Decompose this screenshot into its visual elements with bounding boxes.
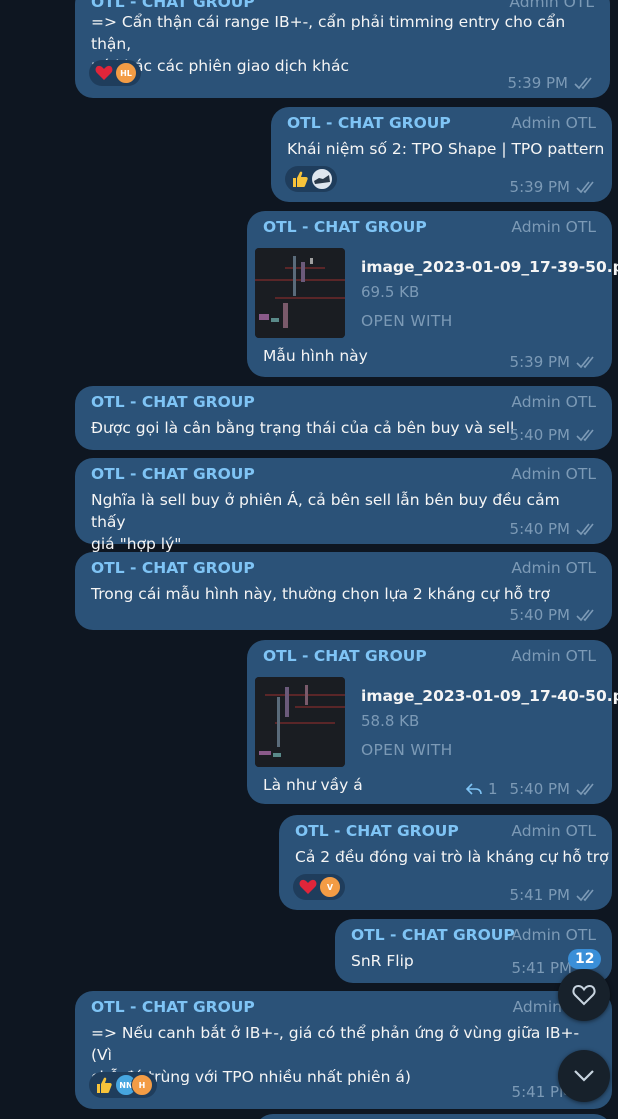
read-ticks-icon [576, 783, 594, 796]
message-bubble[interactable]: OTL - CHAT GROUP Admin OTL Được gọi là c… [75, 386, 612, 450]
message-text-line: => Cẩn thận cái range IB+-, cẩn phải tim… [91, 13, 566, 53]
sender-role: Admin OTL [511, 559, 596, 577]
sender-name[interactable]: OTL - CHAT GROUP [351, 926, 515, 944]
message-time: 5:41 PM [509, 886, 570, 904]
image-thumbnail[interactable] [255, 248, 345, 338]
message-bubble[interactable]: OTL - CHAT GROUP Admin OTL image_2023-01… [247, 640, 618, 804]
sender-name[interactable]: OTL - CHAT GROUP [91, 998, 255, 1016]
sender-role: Admin OTL [511, 647, 596, 665]
message-meta: 5:41 PM [510, 886, 598, 904]
read-ticks-icon [576, 609, 594, 622]
message-time: 5:40 PM [509, 606, 570, 624]
message-time: 5:40 PM [509, 780, 570, 798]
sender-role: Admin OTL [509, 0, 594, 11]
message-bubble[interactable]: OTL - CHAT GROUP Admin OTL Cả 2 đều đóng… [279, 815, 612, 910]
reaction-avatar: H [131, 1074, 153, 1096]
message-bubble[interactable]: OTL - CHAT GROUP Admin OTL Trong cái mẫu… [75, 552, 612, 630]
message-text: => Nếu canh bắt ở IB+-, giá có thể phản … [91, 1022, 596, 1088]
message-meta: 5:39 PM [510, 178, 598, 196]
message-bubble[interactable]: OTL - CHAT GROUP Admin OTL Nghĩa là sell… [75, 458, 612, 553]
image-thumbnail[interactable] [255, 677, 345, 767]
sender-role: Admin OTL [511, 393, 596, 411]
message-bubble[interactable]: OTL - CHAT GROUP Admin => Nếu canh bắt ở… [75, 991, 612, 1109]
message-meta: 5:40 PM [510, 426, 598, 444]
message-meta: 5:41 PM [512, 959, 572, 977]
chevron-down-icon [574, 1070, 594, 1082]
message-text-line: => Cẩn thận cái range IB+-, cẩn phải tim… [91, 11, 594, 77]
heart-outline-icon [572, 984, 596, 1006]
message-bubble[interactable]: OTL - CHAT GROUP Admin OTL Khái niệm số … [271, 107, 612, 202]
message-time: 5:40 PM [509, 426, 570, 444]
read-ticks-icon [576, 523, 594, 536]
reaction-avatar: V [319, 876, 341, 898]
message-time: 5:40 PM [509, 520, 570, 538]
message-text-line: => Nếu canh bắt ở IB+-, giá có thể phản … [91, 1022, 596, 1088]
sender-name[interactable]: OTL - CHAT GROUP [295, 822, 459, 840]
heart-icon [93, 62, 115, 84]
message-time: 5:41 PM [511, 959, 572, 977]
sender-name[interactable]: OTL - CHAT GROUP [91, 0, 255, 11]
file-size: 69.5 KB [361, 283, 420, 301]
message-text: => Cẩn thận cái range IB+-, cẩn phải tim… [91, 11, 594, 77]
read-ticks-icon [576, 429, 594, 442]
open-with-button[interactable]: OPEN WITH [361, 741, 453, 759]
message-meta: 5:39 PM [508, 74, 596, 92]
message-reactions[interactable] [285, 166, 337, 192]
message-text: Cả 2 đều đóng vai trò là kháng cự hỗ trợ [295, 848, 609, 866]
sender-name[interactable]: OTL - CHAT GROUP [91, 393, 255, 411]
message-meta: 5:40 PM [510, 520, 598, 538]
sender-name[interactable]: OTL - CHAT GROUP [263, 218, 427, 236]
reaction-avatar: HL [115, 62, 137, 84]
unread-count-badge[interactable]: 12 [568, 949, 602, 969]
read-ticks-icon [576, 356, 594, 369]
open-with-button[interactable]: OPEN WITH [361, 312, 453, 330]
sender-name[interactable]: OTL - CHAT GROUP [91, 559, 255, 577]
read-ticks-icon [576, 889, 594, 902]
file-size: 58.8 KB [361, 712, 420, 730]
chart-preview-icon [255, 677, 345, 767]
message-meta: 1 5:40 PM [466, 780, 598, 798]
sender-role: Admin OTL [511, 218, 596, 236]
reactions-button[interactable] [558, 969, 610, 1021]
message-reactions[interactable]: V [293, 874, 345, 900]
reply-count[interactable]: 1 [488, 780, 498, 798]
thumbs-up-icon [289, 168, 311, 190]
file-name[interactable]: image_2023-01-09_17-40-50.png [361, 687, 618, 705]
chart-preview-icon [255, 248, 345, 338]
message-reactions[interactable]: HL [89, 60, 141, 86]
sender-role: Admin [512, 998, 562, 1016]
message-meta: 5:39 PM [510, 353, 598, 371]
sender-name[interactable]: OTL - CHAT GROUP [263, 647, 427, 665]
chat-history[interactable]: OTL - CHAT GROUP Admin OTL => Cẩn thận c… [0, 0, 618, 1119]
message-text: Trong cái mẫu hình này, thường chọn lựa … [91, 585, 550, 603]
message-time: 5:39 PM [509, 353, 570, 371]
read-ticks-icon [574, 77, 592, 90]
sender-role: Admin OTL [511, 822, 596, 840]
message-bubble[interactable] [255, 1114, 612, 1119]
sender-name[interactable]: OTL - CHAT GROUP [287, 114, 451, 132]
reply-icon[interactable] [466, 782, 482, 796]
message-bubble[interactable]: OTL - CHAT GROUP Admin OTL image_2023-01… [247, 211, 618, 377]
heart-icon [297, 876, 319, 898]
sender-role: Admin OTL [511, 465, 596, 483]
sender-role: Admin OTL [511, 926, 596, 944]
message-time: 5:39 PM [507, 74, 568, 92]
message-reactions[interactable]: NN H [89, 1072, 157, 1098]
thumbs-up-icon [93, 1074, 115, 1096]
file-name[interactable]: image_2023-01-09_17-39-50.png [361, 258, 618, 276]
sender-role: Admin OTL [511, 114, 596, 132]
message-time: 5:39 PM [509, 178, 570, 196]
message-meta: 5:40 PM [510, 606, 598, 624]
message-text-line: => Nếu canh bắt ở IB+-, giá có thể phản … [91, 1024, 580, 1064]
sender-name[interactable]: OTL - CHAT GROUP [91, 465, 255, 483]
message-text: Khái niệm số 2: TPO Shape | TPO pattern [287, 140, 605, 158]
reaction-avatar [311, 168, 333, 190]
read-ticks-icon [576, 181, 594, 194]
message-bubble[interactable]: OTL - CHAT GROUP Admin OTL => Cẩn thận c… [75, 0, 610, 98]
scroll-down-button[interactable] [558, 1050, 610, 1102]
